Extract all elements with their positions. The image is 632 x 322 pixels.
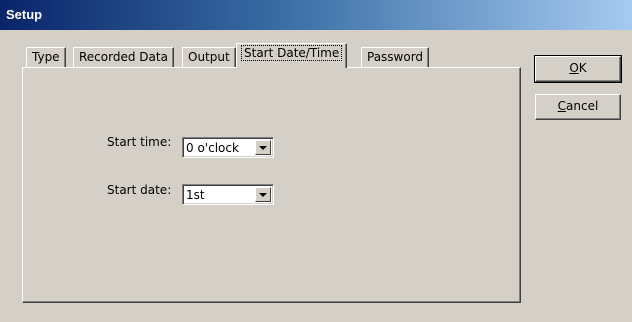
tab-panel-start-date-time: Start time: 0 o'clock Start date: 1st — [22, 67, 521, 303]
ok-button-label: K — [578, 61, 587, 75]
ok-button[interactable]: OK — [534, 55, 622, 83]
tab-type-label: Type — [32, 50, 60, 64]
tab-type[interactable]: Type — [26, 47, 66, 67]
tab-start-date-time[interactable]: Start Date/Time — [236, 43, 348, 68]
start-date-value: 1st — [186, 188, 205, 202]
start-date-select[interactable]: 1st — [182, 184, 274, 205]
tab-recorded-data-label: Recorded Data — [79, 50, 168, 64]
start-date-label: Start date: — [107, 183, 172, 197]
chevron-down-icon — [259, 193, 267, 197]
start-time-dropdown-button[interactable] — [255, 140, 271, 155]
start-time-value: 0 o'clock — [186, 141, 239, 155]
cancel-button-label: ancel — [566, 99, 599, 113]
start-date-dropdown-button[interactable] — [255, 187, 271, 202]
start-time-label: Start time: — [107, 135, 172, 149]
tab-output-label: Output — [188, 50, 230, 64]
chevron-down-icon — [259, 146, 267, 150]
setup-dialog: Setup Type Recorded Data Output Start Da… — [0, 0, 632, 322]
ok-button-mnemonic: O — [569, 61, 579, 75]
tab-start-date-time-label: Start Date/Time — [240, 45, 343, 61]
tab-password[interactable]: Password — [361, 47, 430, 67]
tab-password-label: Password — [367, 50, 424, 64]
title-bar[interactable]: Setup — [0, 0, 632, 30]
tab-output[interactable]: Output — [182, 47, 236, 67]
cancel-button-mnemonic: C — [557, 99, 567, 113]
window-title: Setup — [6, 7, 43, 22]
tab-recorded-data[interactable]: Recorded Data — [73, 47, 174, 67]
start-time-select[interactable]: 0 o'clock — [182, 137, 274, 158]
cancel-button[interactable]: Cancel — [535, 94, 621, 120]
